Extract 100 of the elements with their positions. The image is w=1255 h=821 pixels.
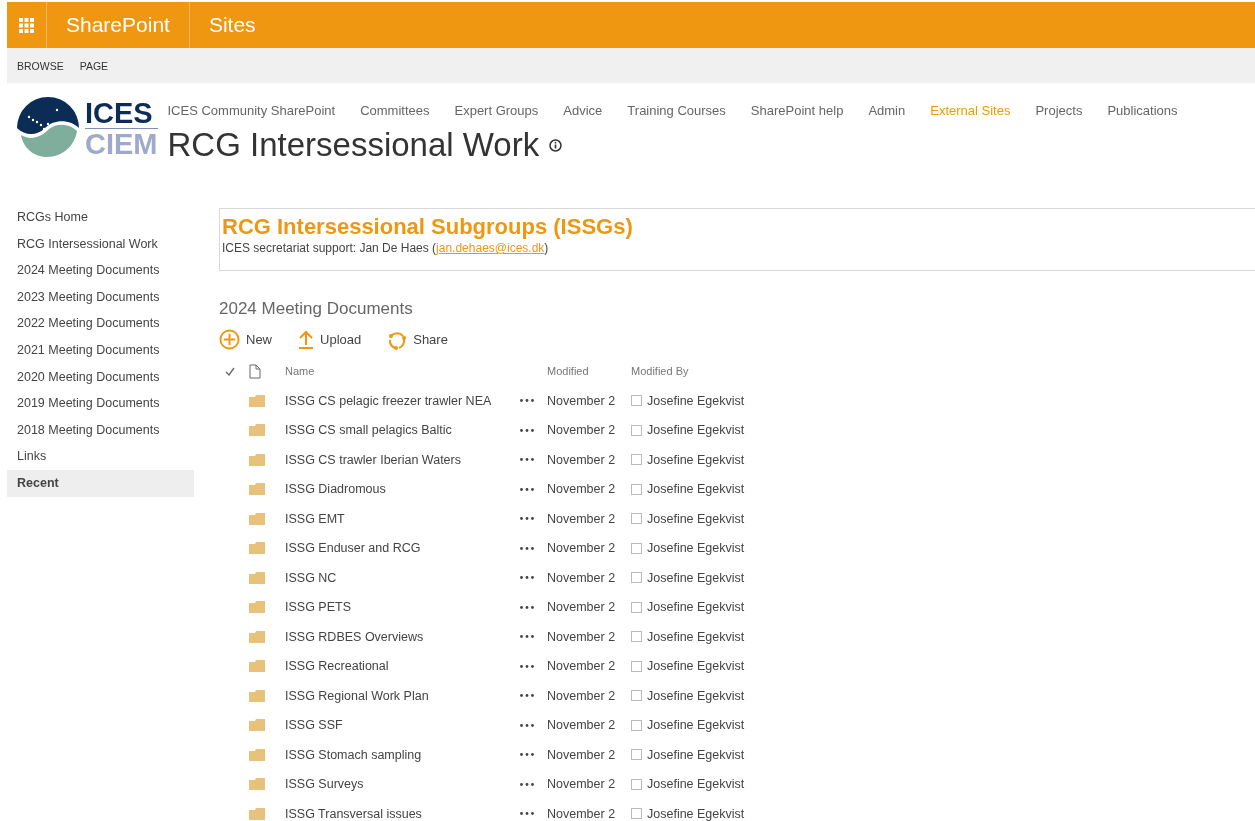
sidebar-link[interactable]: Links	[7, 443, 194, 470]
sidebar-link[interactable]: RCG Intersessional Work	[7, 230, 194, 258]
modified-by-name[interactable]: Josefine Egekvist	[647, 541, 745, 556]
more-button[interactable]	[517, 428, 537, 432]
folder-name[interactable]: ISSG Enduser and RCG	[285, 541, 421, 556]
folder-name[interactable]: ISSG Diadromous	[285, 482, 386, 497]
ellipsis-icon	[520, 753, 534, 757]
logo-text: ICES	[85, 97, 158, 129]
ellipsis-icon	[520, 812, 534, 816]
library-title[interactable]: 2024 Meeting Documents	[219, 299, 1255, 319]
presence-indicator	[631, 808, 642, 820]
more-button[interactable]	[517, 694, 537, 698]
ellipsis-icon	[520, 635, 534, 639]
column-header[interactable]: Modified	[547, 365, 631, 377]
modified-by-name[interactable]: Josefine Egekvist	[647, 511, 745, 526]
modified-date: November 2	[547, 600, 617, 615]
modified-by-name[interactable]: Josefine Egekvist	[647, 806, 745, 821]
modified-by-name[interactable]: Josefine Egekvist	[647, 393, 745, 408]
column-header[interactable]: Name	[285, 365, 547, 377]
folder-name[interactable]: ISSG RDBES Overviews	[285, 629, 424, 644]
nav-link[interactable]: Publications	[1107, 102, 1178, 118]
sidebar-link[interactable]: 2021 Meeting Documents	[7, 336, 194, 364]
share-button[interactable]: Share	[387, 329, 448, 350]
waffle-icon	[19, 17, 34, 33]
nav-link[interactable]: Committees	[360, 102, 430, 118]
logo-text: CIEM	[85, 128, 158, 159]
ellipsis-icon	[520, 458, 534, 462]
more-button[interactable]	[517, 576, 537, 580]
more-button[interactable]	[517, 782, 537, 786]
modified-by-name[interactable]: Josefine Egekvist	[647, 570, 745, 585]
more-button[interactable]	[517, 635, 537, 639]
check-icon[interactable]	[225, 366, 235, 376]
modified-by-name[interactable]: Josefine Egekvist	[647, 423, 745, 438]
sidebar-link[interactable]: 2020 Meeting Documents	[7, 363, 194, 391]
modified-by-name[interactable]: Josefine Egekvist	[647, 600, 745, 615]
modified-date: November 2	[547, 393, 617, 408]
ribbon-tab[interactable]: BROWSE	[11, 55, 70, 76]
modified-by-name[interactable]: Josefine Egekvist	[647, 777, 745, 792]
sidebar-link[interactable]: 2023 Meeting Documents	[7, 283, 194, 311]
folder-name[interactable]: ISSG EMT	[285, 511, 345, 526]
folder-name[interactable]: ISSG Stomach sampling	[285, 747, 422, 762]
more-button[interactable]	[517, 487, 537, 491]
folder-name[interactable]: ISSG CS trawler Iberian Waters	[285, 452, 461, 467]
presence-indicator	[631, 395, 642, 407]
modified-date: November 2	[547, 747, 617, 762]
upload-button[interactable]: Upload	[298, 330, 362, 349]
nav-link[interactable]: Expert Groups	[454, 102, 539, 118]
new-button[interactable]: New	[219, 329, 272, 350]
more-button[interactable]	[517, 546, 537, 550]
nav-link[interactable]: SharePoint help	[750, 102, 844, 118]
modified-by-name[interactable]: Josefine Egekvist	[647, 659, 745, 674]
sidebar-link[interactable]: 2024 Meeting Documents	[7, 257, 194, 284]
ellipsis-icon	[520, 487, 534, 491]
modified-by-name[interactable]: Josefine Egekvist	[647, 718, 745, 733]
more-button[interactable]	[517, 605, 537, 609]
modified-by-name[interactable]: Josefine Egekvist	[647, 747, 745, 762]
ellipsis-icon	[520, 694, 534, 698]
folder-name[interactable]: ISSG NC	[285, 570, 337, 585]
more-button[interactable]	[517, 458, 537, 462]
nav-link[interactable]: ICES Community SharePoint	[167, 102, 336, 118]
nav-link[interactable]: Projects	[1035, 102, 1083, 118]
folder-name[interactable]: ISSG Surveys	[285, 777, 364, 792]
sidebar-link[interactable]: RCGs Home	[7, 204, 194, 231]
folder-name[interactable]: ISSG CS small pelagics Baltic	[285, 423, 452, 438]
folder-name[interactable]: ISSG SSF	[285, 718, 343, 733]
ellipsis-icon	[520, 605, 534, 609]
more-button[interactable]	[517, 723, 537, 727]
sidebar-link[interactable]: 2019 Meeting Documents	[7, 390, 194, 417]
presence-indicator	[631, 513, 642, 525]
folder-name[interactable]: ISSG Transversal issues	[285, 806, 422, 821]
sidebar-link[interactable]: 2022 Meeting Documents	[7, 310, 194, 337]
folder-icon	[249, 778, 265, 791]
folder-name[interactable]: ISSG Recreational	[285, 659, 389, 674]
modified-by-name[interactable]: Josefine Egekvist	[647, 482, 745, 497]
more-button[interactable]	[517, 664, 537, 668]
modified-by-name[interactable]: Josefine Egekvist	[647, 629, 745, 644]
presence-indicator	[631, 454, 642, 466]
modified-date: November 2	[547, 511, 617, 526]
more-button[interactable]	[517, 517, 537, 521]
more-button[interactable]	[517, 399, 537, 403]
folder-icon	[249, 748, 265, 761]
more-button[interactable]	[517, 753, 537, 757]
sidebar-link[interactable]: Recent	[7, 469, 194, 497]
sidebar-link[interactable]: 2018 Meeting Documents	[7, 416, 194, 444]
modified-by-name[interactable]: Josefine Egekvist	[647, 452, 745, 467]
ribbon-tab[interactable]: PAGE	[73, 55, 115, 76]
info-icon[interactable]	[549, 138, 563, 152]
modified-date: November 2	[547, 423, 617, 438]
folder-name[interactable]: ISSG CS pelagic freezer trawler NEA	[285, 393, 492, 408]
ellipsis-icon	[520, 664, 534, 668]
nav-link[interactable]: Advice	[563, 102, 603, 118]
folder-icon	[249, 483, 265, 496]
folder-name[interactable]: ISSG PETS	[285, 600, 351, 615]
more-button[interactable]	[517, 812, 537, 816]
nav-link[interactable]: Admin	[868, 102, 906, 118]
folder-name[interactable]: ISSG Regional Work Plan	[285, 688, 429, 703]
modified-by-name[interactable]: Josefine Egekvist	[647, 688, 745, 703]
nav-link[interactable]: Training Courses	[627, 102, 726, 118]
folder-icon	[249, 719, 265, 732]
column-header[interactable]: Modified By	[631, 365, 831, 377]
